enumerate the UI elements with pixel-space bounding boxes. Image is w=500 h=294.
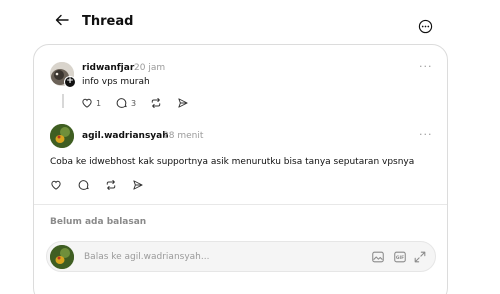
post-more-icon[interactable]: ··· — [419, 60, 433, 73]
share-button[interactable] — [177, 97, 189, 109]
heart-icon — [51, 180, 61, 190]
post-text: info vps murah — [82, 77, 150, 87]
reply-count: 3 — [131, 98, 137, 108]
image-icon[interactable] — [371, 250, 385, 264]
like-button[interactable] — [50, 179, 62, 191]
post-username[interactable]: ridwanfjar — [82, 63, 134, 73]
like-count: 1 — [96, 98, 102, 108]
heart-icon — [82, 98, 92, 108]
gif-icon[interactable]: GIF — [393, 250, 407, 264]
reply-username[interactable]: agil.wadriansyah — [82, 131, 169, 141]
follow-plus-icon[interactable]: + — [64, 76, 76, 88]
svg-text:GIF: GIF — [396, 255, 404, 261]
comment-icon — [116, 98, 127, 108]
reply-input[interactable]: Balas ke agil.wadriansyah... — [84, 252, 209, 262]
send-icon — [178, 98, 188, 108]
comment-button[interactable]: 3 — [116, 97, 136, 109]
avatar[interactable] — [50, 124, 74, 148]
repost-button[interactable] — [150, 97, 162, 109]
share-button[interactable] — [132, 179, 144, 191]
arrow-left-icon[interactable] — [54, 12, 70, 28]
repost-icon — [106, 180, 116, 190]
repost-button[interactable] — [105, 179, 117, 191]
no-replies-label: Belum ada balasan — [50, 217, 147, 227]
like-button[interactable]: 1 — [81, 97, 101, 109]
comment-button[interactable] — [78, 179, 90, 191]
repost-icon — [151, 98, 161, 108]
post-timestamp: 20 jam — [134, 63, 166, 73]
send-icon — [133, 180, 143, 190]
reply-text: Coba ke idwebhost kak supportnya asik me… — [50, 157, 415, 167]
expand-icon[interactable] — [413, 250, 427, 264]
page-title: Thread — [82, 14, 134, 29]
reply-more-icon[interactable]: ··· — [419, 128, 433, 141]
comment-icon — [78, 180, 89, 190]
thread-line — [62, 94, 64, 108]
divider — [34, 204, 447, 205]
thread-header: Thread — [0, 0, 500, 44]
avatar — [50, 245, 74, 269]
reply-timestamp: 28 menit — [163, 131, 204, 141]
more-circle-icon[interactable] — [418, 19, 433, 34]
